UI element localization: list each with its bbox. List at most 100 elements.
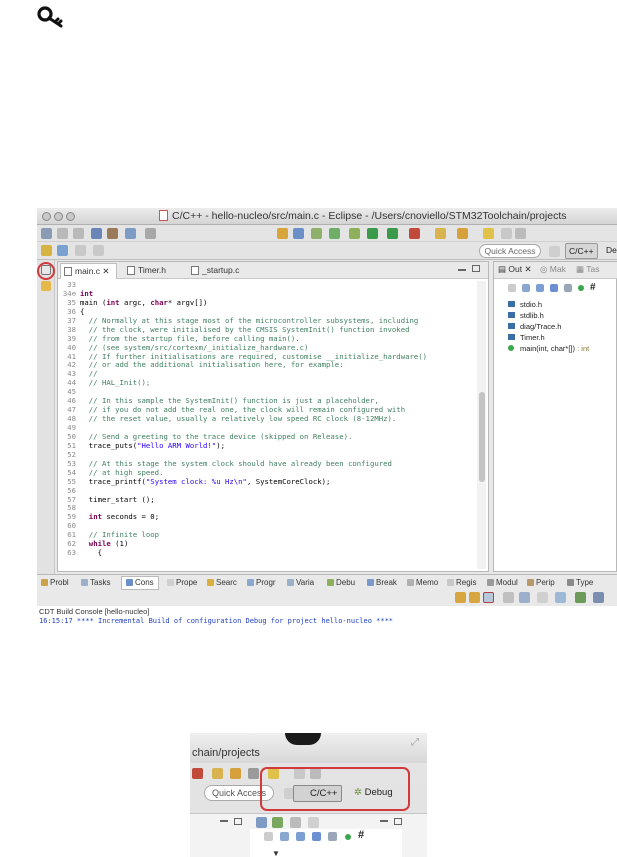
cc-perspective-button[interactable]: C/C++ xyxy=(565,243,598,259)
outline-icon[interactable] xyxy=(256,817,267,828)
collapse-icon[interactable] xyxy=(264,832,273,841)
view-icon[interactable] xyxy=(293,228,304,239)
tab-timer-h[interactable]: Timer.h xyxy=(124,263,166,279)
clear-console-icon[interactable] xyxy=(503,592,514,603)
bottom-tab[interactable]: Prope xyxy=(167,578,197,587)
bottom-tab[interactable]: Modul xyxy=(487,578,518,587)
arrow-icon[interactable] xyxy=(248,768,259,779)
show-console-icon[interactable] xyxy=(483,592,494,603)
folder-icon[interactable] xyxy=(277,228,288,239)
run-config-icon[interactable] xyxy=(329,228,340,239)
tab-make[interactable]: ◎ Mak xyxy=(540,264,566,275)
filter-icon[interactable] xyxy=(537,592,548,603)
outline-item[interactable]: main(int, char*[]) : int xyxy=(508,344,589,353)
bottom-tab[interactable]: Debu xyxy=(327,578,355,587)
maximize-icon[interactable] xyxy=(394,818,402,825)
minimize-window-button[interactable] xyxy=(54,212,63,221)
hide-nonpublic-icon[interactable] xyxy=(328,832,337,841)
pencil-icon[interactable] xyxy=(230,768,241,779)
make-icon[interactable] xyxy=(272,817,283,828)
sort-icon[interactable] xyxy=(280,832,289,841)
open-console-icon[interactable] xyxy=(575,592,586,603)
bottom-tab[interactable]: Progr xyxy=(247,578,276,587)
public-filter-icon[interactable] xyxy=(345,834,351,840)
debug-icon[interactable] xyxy=(349,228,360,239)
bottom-tab[interactable]: Memo xyxy=(407,578,438,587)
maximize-icon[interactable] xyxy=(234,818,242,825)
run-icon[interactable] xyxy=(367,228,378,239)
resize-icon[interactable]: ⤢ xyxy=(411,737,419,748)
view-icon[interactable] xyxy=(308,817,319,828)
code-area[interactable]: 33 34⊖ int 35 main (int argc, char* argv[]) 3… xyxy=(58,281,472,571)
pin-console-icon[interactable] xyxy=(455,592,466,603)
bottom-tab[interactable]: Tasks xyxy=(81,578,110,587)
outline-item[interactable]: stdlib.h xyxy=(508,311,544,320)
tab-main-c[interactable]: main.c ✕ xyxy=(60,263,117,279)
minimize-icon[interactable] xyxy=(220,820,228,822)
hash-icon[interactable]: # xyxy=(590,282,596,293)
build-target-icon[interactable] xyxy=(125,228,136,239)
chevron-down-icon[interactable]: ▼ xyxy=(272,849,280,857)
tab-tasks[interactable]: ▦ Tas xyxy=(576,264,599,275)
hide-static-icon[interactable] xyxy=(312,832,321,841)
hide-static-icon[interactable] xyxy=(550,284,558,292)
save-all-icon[interactable] xyxy=(73,228,84,239)
save-icon[interactable] xyxy=(57,228,68,239)
quick-access-field[interactable]: Quick Access xyxy=(479,244,541,258)
display-console-icon[interactable] xyxy=(593,592,604,603)
open-perspective-icon[interactable] xyxy=(549,246,560,257)
bottom-tab[interactable]: Cons xyxy=(121,576,159,590)
scroll-lock-icon[interactable] xyxy=(469,592,480,603)
hash-icon[interactable]: # xyxy=(358,829,364,841)
open-folder-icon[interactable] xyxy=(435,228,446,239)
collapse-icon[interactable] xyxy=(508,284,516,292)
sort-icon[interactable] xyxy=(522,284,530,292)
back-icon[interactable] xyxy=(75,245,86,256)
close-window-button[interactable] xyxy=(42,212,51,221)
public-filter-icon[interactable] xyxy=(578,285,584,291)
hide-nonpublic-icon[interactable] xyxy=(564,284,572,292)
annotation-icon[interactable] xyxy=(41,245,52,256)
pin-icon[interactable] xyxy=(501,228,512,239)
new-icon[interactable] xyxy=(41,228,52,239)
build-icon[interactable] xyxy=(107,228,118,239)
stop-icon[interactable] xyxy=(192,768,203,779)
lock-icon[interactable] xyxy=(555,592,566,603)
minimize-icon[interactable] xyxy=(458,269,466,271)
hide-fields-icon[interactable] xyxy=(296,832,305,841)
bottom-tab[interactable]: Perip xyxy=(527,578,555,587)
pencil-icon[interactable] xyxy=(457,228,468,239)
project-explorer-icon[interactable] xyxy=(41,281,51,291)
tasks-icon[interactable] xyxy=(290,817,301,828)
editor-scroll-thumb[interactable] xyxy=(479,392,485,482)
word-wrap-icon[interactable] xyxy=(519,592,530,603)
run-external-icon[interactable] xyxy=(387,228,398,239)
outline-item[interactable]: stdio.h xyxy=(508,300,542,309)
new-class-icon[interactable] xyxy=(311,228,322,239)
stop-icon[interactable] xyxy=(409,228,420,239)
debug-perspective-button[interactable]: De xyxy=(603,243,617,259)
tool-icon[interactable] xyxy=(145,228,156,239)
bottom-tab[interactable]: Varia xyxy=(287,578,314,587)
zoom-window-button[interactable] xyxy=(66,212,75,221)
tab-startup-c[interactable]: _startup.c xyxy=(188,263,239,279)
outline-item[interactable]: diag/Trace.h xyxy=(508,322,561,331)
open-folder-icon[interactable] xyxy=(212,768,223,779)
settings-icon[interactable] xyxy=(91,228,102,239)
bottom-tab[interactable]: Type xyxy=(567,578,593,587)
minimize-icon[interactable] xyxy=(380,820,388,822)
paragraph-icon[interactable] xyxy=(515,228,526,239)
bottom-tab[interactable]: Probl xyxy=(41,578,69,587)
bottom-tab[interactable]: Break xyxy=(367,578,397,587)
maximize-icon[interactable] xyxy=(472,265,480,272)
outline-item[interactable]: Timer.h xyxy=(508,333,545,342)
hide-fields-icon[interactable] xyxy=(536,284,544,292)
console-output[interactable]: CDT Build Console [hello-nucleo] 16:15:1… xyxy=(37,606,617,626)
bottom-tab[interactable]: Regis xyxy=(447,578,476,587)
code-token: // (see system/src/cortexm/_initialize_h… xyxy=(80,342,309,352)
forward-icon[interactable] xyxy=(93,245,104,256)
next-annotation-icon[interactable] xyxy=(57,245,68,256)
bottom-tab[interactable]: Searc xyxy=(207,578,237,587)
tab-outline[interactable]: ▤ Out ✕ xyxy=(498,264,532,275)
highlight-icon[interactable] xyxy=(483,228,494,239)
